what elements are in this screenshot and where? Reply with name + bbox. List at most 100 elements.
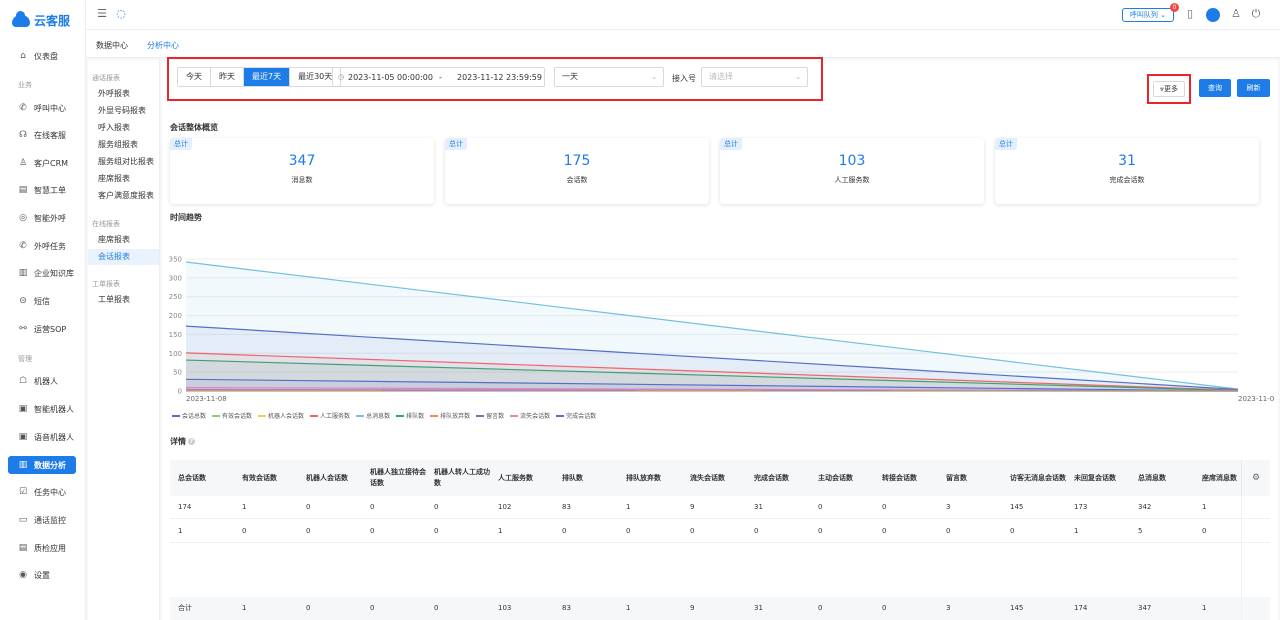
legend-swatch — [556, 414, 565, 417]
granularity-select[interactable]: 一天 ⌄ — [554, 67, 664, 87]
sidebar-item-smart-robot[interactable]: ▣ 智能机器人 — [8, 400, 76, 418]
legend-item[interactable]: 有效会话数 — [212, 411, 252, 420]
sidebar-item-book[interactable]: ▥ 企业知识库 — [8, 264, 76, 282]
column-header[interactable]: 转接会话数 — [882, 460, 938, 496]
menu-toggle-icon[interactable]: ☰ — [96, 8, 108, 20]
column-header[interactable]: 有效会话数 — [242, 460, 298, 496]
app-logo[interactable]: 云客服 — [12, 10, 70, 29]
table-cell: 9 — [690, 604, 695, 612]
top-bar: ☰ ◌ 呼叫队列 ⌄ 0 ▯ ♙ ⏻ — [86, 0, 1280, 30]
report-group-online: 在线报表 — [92, 220, 120, 228]
more-label: 更多 — [1163, 85, 1178, 93]
tab-analysis-center[interactable]: 分析中心 — [147, 40, 179, 51]
column-header[interactable]: 总会话数 — [178, 460, 234, 496]
column-header[interactable]: 机器人转人工成功数 — [434, 460, 490, 496]
legend-item[interactable]: 排队放弃数 — [430, 411, 470, 420]
report-item-ticket[interactable]: 工单报表 — [88, 292, 159, 308]
y-tick-label: 350 — [169, 256, 182, 264]
ticket-icon: ▤ — [18, 185, 28, 195]
column-header[interactable]: 主动会话数 — [818, 460, 874, 496]
sidebar-item-chart[interactable]: ▥ 数据分析 — [8, 456, 76, 474]
column-header[interactable]: 排队放弃数 — [626, 460, 682, 496]
table-cell: 103 — [498, 604, 512, 612]
logout-icon[interactable]: ⏻ — [1250, 8, 1262, 20]
info-icon[interactable]: ? — [188, 438, 195, 445]
sidebar-item-label: 机器人 — [34, 376, 58, 386]
agent-status-indicator[interactable] — [1206, 8, 1220, 22]
report-item-agent-online[interactable]: 座席报表 — [88, 232, 159, 248]
table-cell: 0 — [882, 503, 887, 511]
settings-icon: ◉ — [19, 570, 27, 580]
sidebar-item-phone[interactable]: ✆ 呼叫中心 — [8, 99, 76, 117]
range-7days-button[interactable]: 最近7天 — [244, 68, 291, 86]
chat-icon[interactable]: ◌ — [115, 8, 127, 20]
sidebar-item-task-phone[interactable]: ✆ 外呼任务 — [8, 237, 76, 255]
legend-label: 人工服务数 — [320, 413, 351, 420]
sub-tabs: 数据中心 分析中心 — [86, 30, 1280, 58]
report-item-service-group-compare[interactable]: 服务组对比报表 — [88, 154, 159, 170]
column-header[interactable]: 未回复会话数 — [1074, 460, 1130, 496]
column-header[interactable]: 访客无消息会话数 — [1010, 460, 1066, 496]
range-today-button[interactable]: 今天 — [178, 68, 211, 86]
column-header[interactable]: 留言数 — [946, 460, 1002, 496]
report-item-inbound[interactable]: 呼入报表 — [88, 120, 159, 136]
report-item-session[interactable]: 会话报表 — [88, 249, 159, 265]
column-header[interactable]: 机器人独立接待会话数 — [370, 460, 426, 496]
sidebar-item-flow[interactable]: ⚯ 运营SOP — [8, 320, 76, 338]
more-filters-button[interactable]: ⩔更多 — [1153, 81, 1185, 97]
column-header[interactable]: 总消息数 — [1138, 460, 1194, 496]
column-header[interactable]: 排队数 — [562, 460, 618, 496]
column-header[interactable]: 完成会话数 — [754, 460, 810, 496]
report-item-display-number[interactable]: 外显号码报表 — [88, 103, 159, 119]
table-cell: 3 — [946, 503, 951, 511]
sidebar-item-sms[interactable]: ⊝ 短信 — [8, 292, 76, 310]
report-item-satisfaction[interactable]: 客户满意度报表 — [88, 188, 159, 204]
chevron-down-icon: ⌄ — [1160, 11, 1167, 19]
column-header[interactable]: 流失会话数 — [690, 460, 746, 496]
legend-item[interactable]: 人工服务数 — [310, 411, 350, 420]
sidebar-item-label: 呼叫中心 — [34, 103, 66, 113]
sidebar-item-checklist[interactable]: ☑ 任务中心 — [8, 483, 76, 501]
legend-item[interactable]: 完成会话数 — [556, 411, 596, 420]
sidebar-item-outbound[interactable]: ◎ 智能外呼 — [8, 209, 76, 227]
column-header[interactable]: 人工服务数 — [498, 460, 554, 496]
report-item-service-group[interactable]: 服务组报表 — [88, 137, 159, 153]
sidebar-item-monitor[interactable]: ▭ 通话监控 — [8, 511, 76, 529]
sidebar-item-voice-robot[interactable]: ▣ 语音机器人 — [8, 428, 76, 446]
table-row: 174 1 0 0 0 102 83 1 9 31 0 0 3 145 173 342 1 — [170, 496, 1270, 519]
query-button[interactable]: 查询 — [1199, 79, 1231, 97]
report-item-agent-call[interactable]: 座席报表 — [88, 171, 159, 187]
legend-item[interactable]: 总消息数 — [356, 411, 390, 420]
date-separator: - — [439, 73, 442, 82]
legend-item[interactable]: 流失会话数 — [510, 411, 550, 420]
column-header[interactable]: 机器人会话数 — [306, 460, 362, 496]
access-number-select[interactable]: 请选择 ⌄ — [701, 67, 808, 87]
stat-tag: 总计 — [170, 138, 192, 150]
legend-item[interactable]: 留言数 — [476, 411, 504, 420]
column-settings-icon[interactable]: ⚙ — [1241, 460, 1270, 496]
report-item-outbound[interactable]: 外呼报表 — [88, 86, 159, 102]
table-cell: 174 — [1074, 604, 1088, 612]
range-yesterday-button[interactable]: 昨天 — [211, 68, 244, 86]
legend-item[interactable]: 会话总数 — [172, 411, 206, 420]
column-header[interactable]: 座席消息数 — [1202, 460, 1242, 496]
sidebar-item-robot[interactable]: ☖ 机器人 — [8, 372, 76, 390]
sidebar-item-headset[interactable]: ☊ 在线客服 — [8, 126, 76, 144]
date-range-picker[interactable]: ◷ 2023-11-05 00:00:00 - 2023-11-12 23:59… — [332, 67, 545, 87]
sidebar-item-quality[interactable]: ▤ 质检应用 — [8, 539, 76, 557]
sidebar-item-settings[interactable]: ◉ 设置 — [8, 566, 76, 584]
table-cell: 1 — [1202, 503, 1207, 511]
refresh-button[interactable]: 刷新 — [1237, 79, 1270, 97]
tab-data-center[interactable]: 数据中心 — [96, 40, 128, 51]
table-cell: 5 — [1138, 527, 1143, 535]
sidebar-item-ticket[interactable]: ▤ 智慧工单 — [8, 181, 76, 199]
call-queue-dropdown[interactable]: 呼叫队列 ⌄ — [1122, 8, 1174, 22]
user-profile-icon[interactable]: ♙ — [1230, 8, 1242, 20]
sidebar-item-home[interactable]: ⌂ 仪表盘 — [8, 47, 76, 65]
legend-item[interactable]: 排队数 — [396, 411, 424, 420]
document-icon[interactable]: ▯ — [1184, 8, 1196, 20]
sidebar-item-user[interactable]: ♙ 客户CRM — [8, 154, 76, 172]
legend-label: 有效会话数 — [222, 413, 253, 420]
legend-item[interactable]: 机器人会话数 — [258, 411, 304, 420]
table-cell: 1 — [242, 604, 247, 612]
